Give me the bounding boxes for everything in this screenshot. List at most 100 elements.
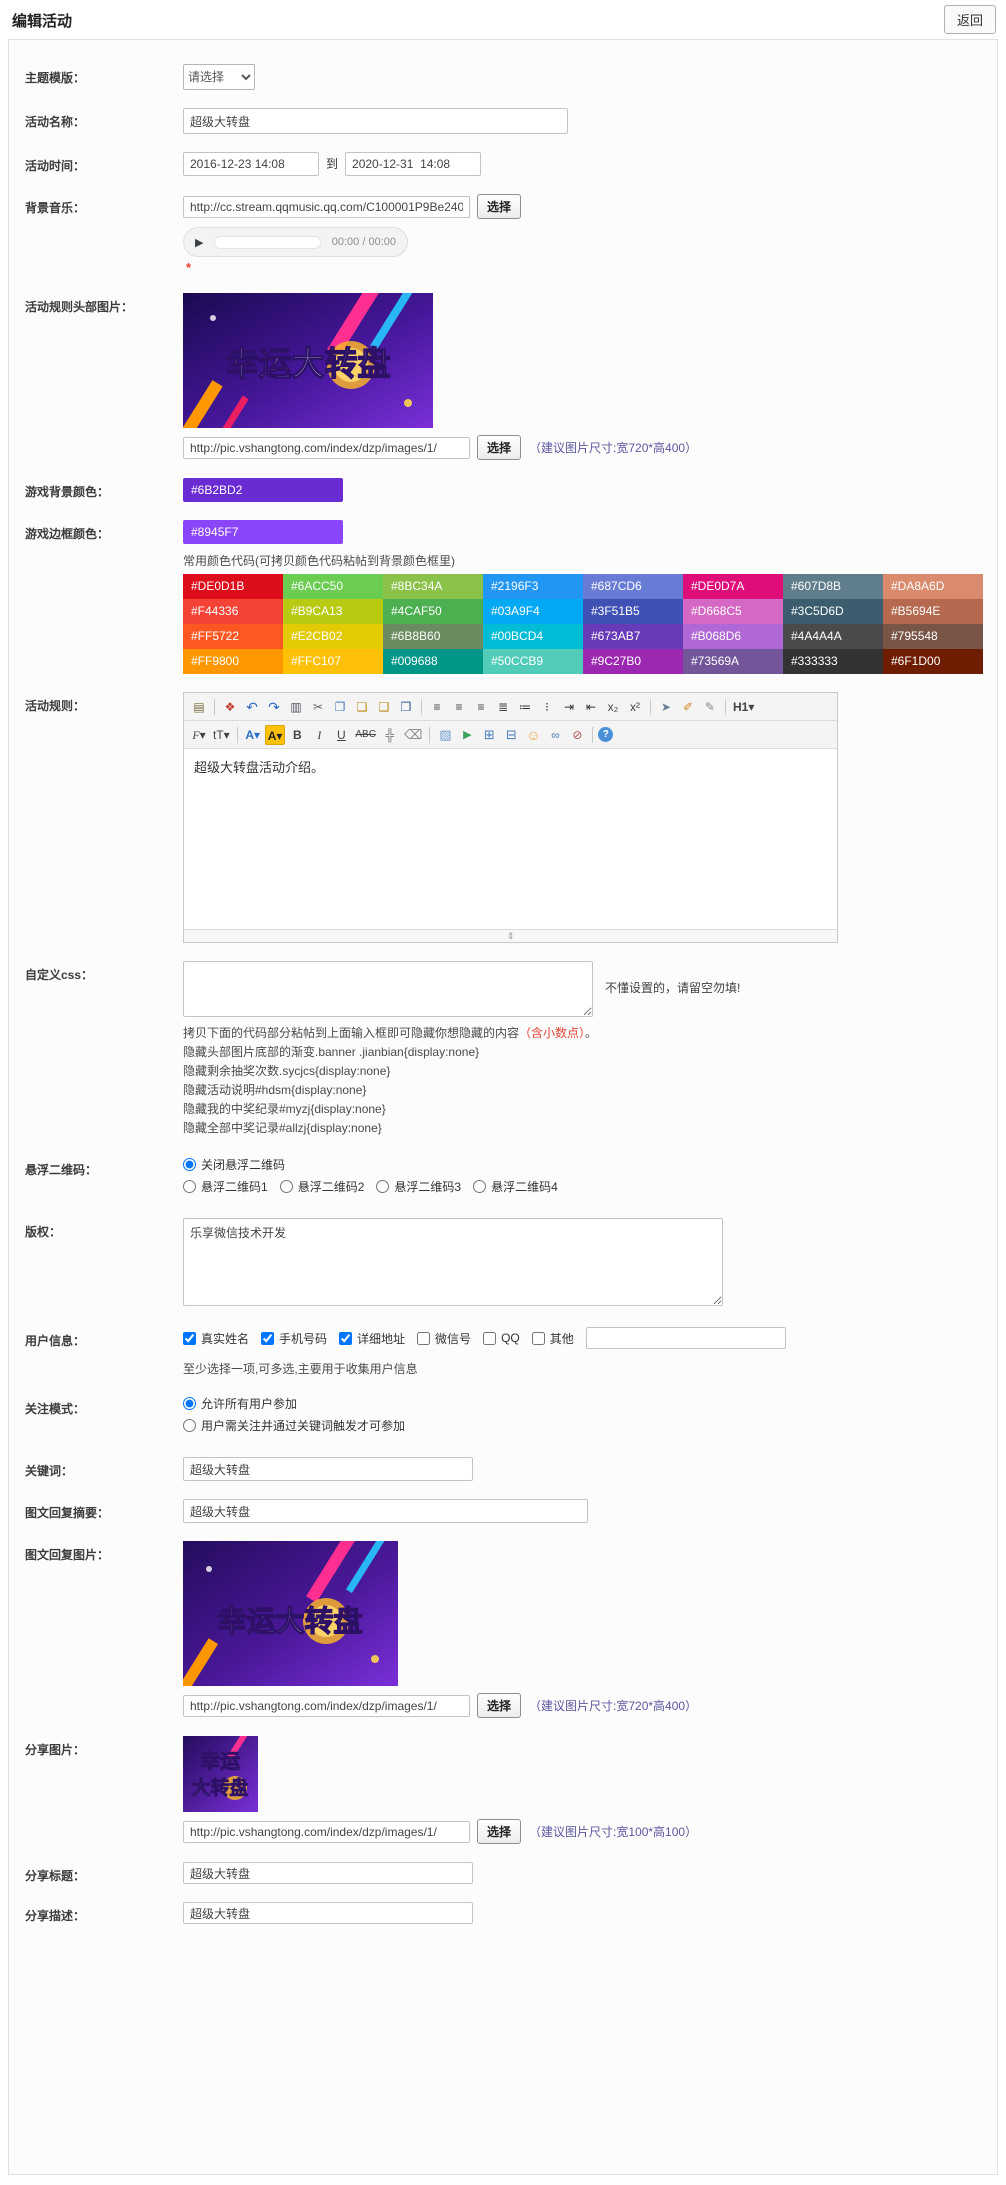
- radio-input[interactable]: [473, 1180, 486, 1193]
- user-info-option[interactable]: 真实姓名: [183, 1330, 249, 1347]
- audio-progress-bar[interactable]: [214, 236, 320, 249]
- qrcode-option[interactable]: 悬浮二维码1: [183, 1178, 268, 1195]
- hr-icon[interactable]: ⊟: [501, 725, 521, 745]
- keyword-input[interactable]: [183, 1457, 473, 1481]
- reply-image-choose-button[interactable]: 选择: [477, 1693, 521, 1718]
- hilite-color-icon[interactable]: A▾: [265, 725, 286, 745]
- qrcode-option[interactable]: 悬浮二维码2: [280, 1178, 365, 1195]
- checkbox-input[interactable]: [483, 1332, 496, 1345]
- radio-input[interactable]: [183, 1397, 196, 1410]
- audio-player[interactable]: 00:00 / 00:00: [183, 227, 408, 257]
- editor-resize-handle[interactable]: [184, 929, 837, 942]
- radio-input[interactable]: [280, 1180, 293, 1193]
- eraser-icon[interactable]: ⌫: [402, 725, 424, 745]
- align-right-icon[interactable]: ≡: [471, 697, 491, 717]
- music-choose-button[interactable]: 选择: [477, 194, 521, 219]
- copy-icon[interactable]: ❐: [330, 697, 350, 717]
- checkbox-input[interactable]: [261, 1332, 274, 1345]
- theme-select[interactable]: 请选择: [183, 64, 255, 90]
- heading-icon[interactable]: H1▾: [731, 697, 756, 717]
- palette-color[interactable]: #8BC34A: [383, 574, 483, 599]
- radio-input[interactable]: [183, 1180, 196, 1193]
- qrcode-option[interactable]: 悬浮二维码4: [473, 1178, 558, 1195]
- palette-color[interactable]: #3C5D6D: [783, 599, 883, 624]
- paste-word-icon[interactable]: ❒: [396, 697, 416, 717]
- palette-color[interactable]: #73569A: [683, 649, 783, 674]
- undo-icon[interactable]: ↶: [242, 697, 262, 717]
- header-image-url-input[interactable]: [183, 437, 470, 459]
- image-icon[interactable]: ▧: [435, 725, 455, 745]
- palette-color[interactable]: #B9CA13: [283, 599, 383, 624]
- italic-icon[interactable]: I: [309, 725, 329, 745]
- checkbox-input[interactable]: [339, 1332, 352, 1345]
- copyright-textarea[interactable]: 乐享微信技术开发: [183, 1218, 723, 1306]
- palette-color[interactable]: #E2CB02: [283, 624, 383, 649]
- user-info-other-input[interactable]: [586, 1327, 786, 1349]
- palette-color[interactable]: #FFC107: [283, 649, 383, 674]
- play-icon[interactable]: [195, 235, 203, 249]
- activity-name-input[interactable]: [183, 108, 568, 134]
- paste-icon[interactable]: ❏: [352, 697, 372, 717]
- palette-color[interactable]: #DE0D7A: [683, 574, 783, 599]
- palette-color[interactable]: #009688: [383, 649, 483, 674]
- user-info-option[interactable]: QQ: [483, 1331, 520, 1345]
- qrcode-option[interactable]: 关闭悬浮二维码: [183, 1156, 285, 1173]
- superscript-icon[interactable]: x²: [625, 697, 645, 717]
- palette-color[interactable]: #B068D6: [683, 624, 783, 649]
- font-family-icon[interactable]: F▾: [189, 725, 209, 745]
- back-button[interactable]: 返回: [944, 5, 996, 34]
- share-desc-input[interactable]: [183, 1902, 473, 1924]
- palette-color[interactable]: #D668C5: [683, 599, 783, 624]
- emoticon-icon[interactable]: ☺: [523, 725, 543, 745]
- palette-color[interactable]: #4CAF50: [383, 599, 483, 624]
- palette-color[interactable]: #DA8A6D: [883, 574, 983, 599]
- user-info-option[interactable]: 手机号码: [261, 1330, 327, 1347]
- palette-color[interactable]: #DE0D1B: [183, 574, 283, 599]
- paste-text-icon[interactable]: ❑: [374, 697, 394, 717]
- palette-color[interactable]: #9C27B0: [583, 649, 683, 674]
- checkbox-input[interactable]: [183, 1332, 196, 1345]
- font-size-icon[interactable]: tT▾: [211, 725, 232, 745]
- justify-icon[interactable]: ≣: [493, 697, 513, 717]
- radio-input[interactable]: [183, 1158, 196, 1171]
- share-image-url-input[interactable]: [183, 1821, 470, 1843]
- editor-content[interactable]: 超级大转盘活动介绍。: [184, 749, 837, 929]
- end-time-input[interactable]: [345, 152, 481, 176]
- palette-color[interactable]: #6F1D00: [883, 649, 983, 674]
- table-border-icon[interactable]: ╬: [380, 725, 400, 745]
- share-title-input[interactable]: [183, 1862, 473, 1884]
- qrcode-option[interactable]: 悬浮二维码3: [376, 1178, 461, 1195]
- fore-color-icon[interactable]: A▾: [243, 725, 263, 745]
- palette-color[interactable]: #03A9F4: [483, 599, 583, 624]
- fullscreen-icon[interactable]: ❖: [220, 697, 240, 717]
- user-info-option[interactable]: 微信号: [417, 1330, 471, 1347]
- print-icon[interactable]: ▥: [286, 697, 306, 717]
- palette-color[interactable]: #607D8B: [783, 574, 883, 599]
- custom-css-textarea[interactable]: [183, 961, 593, 1017]
- share-image-choose-button[interactable]: 选择: [477, 1819, 521, 1844]
- user-info-option[interactable]: 其他: [532, 1330, 574, 1347]
- radio-input[interactable]: [183, 1419, 196, 1432]
- palette-color[interactable]: #FF5722: [183, 624, 283, 649]
- palette-color[interactable]: #2196F3: [483, 574, 583, 599]
- about-icon[interactable]: ?: [598, 727, 613, 742]
- align-left-icon[interactable]: ≡: [427, 697, 447, 717]
- quick-format-icon[interactable]: ✎: [700, 697, 720, 717]
- palette-color[interactable]: #FF9800: [183, 649, 283, 674]
- palette-color[interactable]: #00BCD4: [483, 624, 583, 649]
- music-url-input[interactable]: [183, 196, 470, 218]
- checkbox-input[interactable]: [532, 1332, 545, 1345]
- palette-color[interactable]: #B5694E: [883, 599, 983, 624]
- palette-color[interactable]: #F44336: [183, 599, 283, 624]
- ordered-list-icon[interactable]: ≔: [515, 697, 535, 717]
- media-icon[interactable]: ▶: [457, 725, 477, 745]
- palette-color[interactable]: #687CD6: [583, 574, 683, 599]
- subscript-icon[interactable]: x₂: [603, 697, 623, 717]
- outdent-icon[interactable]: ⇤: [581, 697, 601, 717]
- follow-mode-option[interactable]: 用户需关注并通过关键词触发才可参加: [183, 1417, 405, 1434]
- format-brush-icon[interactable]: ✐: [678, 697, 698, 717]
- source-icon[interactable]: ▤: [189, 697, 209, 717]
- border-color-swatch[interactable]: #8945F7: [183, 520, 343, 544]
- palette-color[interactable]: #6B8B60: [383, 624, 483, 649]
- palette-color[interactable]: #6ACC50: [283, 574, 383, 599]
